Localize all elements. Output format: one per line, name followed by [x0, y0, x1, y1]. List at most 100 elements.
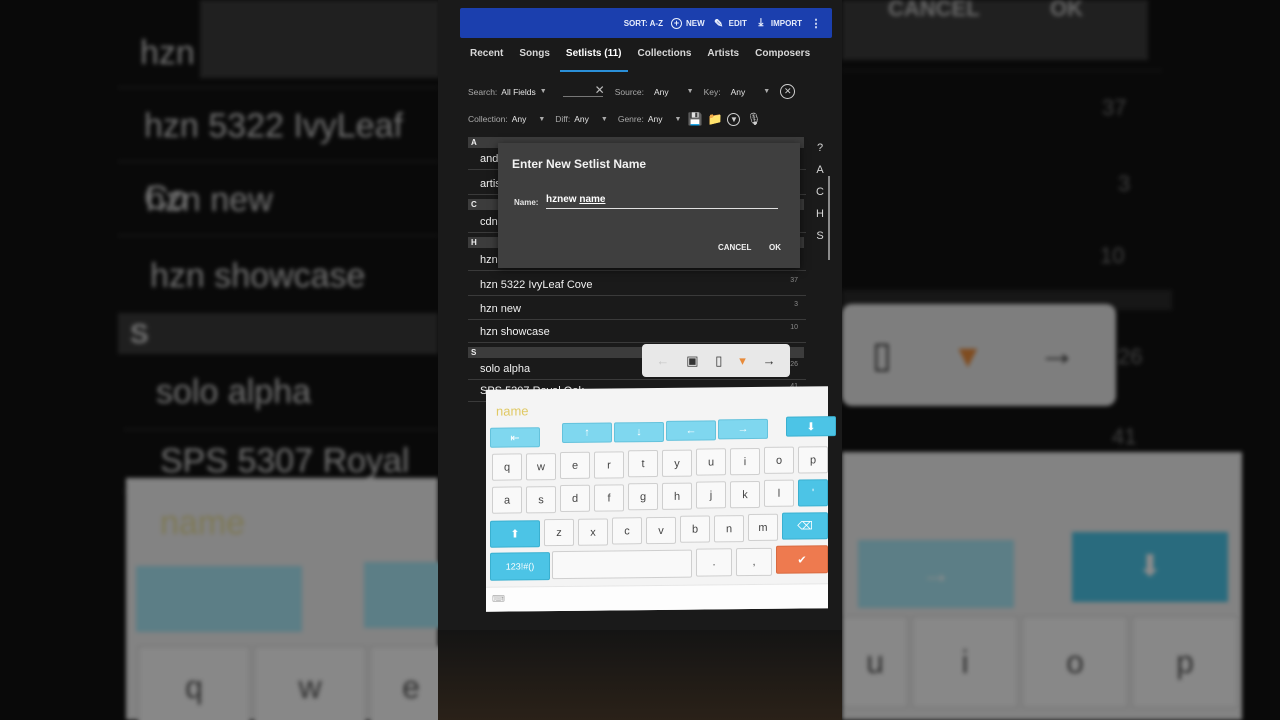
period-key[interactable]: . — [696, 548, 732, 577]
phone-vibrate-icon[interactable]: ▯ — [715, 353, 722, 369]
collection-label: Collection: — [468, 114, 508, 124]
key[interactable]: d — [560, 484, 590, 513]
add-circle-icon: + — [670, 17, 682, 29]
key[interactable]: n — [714, 515, 744, 543]
search-field-select[interactable]: All Fields — [501, 87, 535, 97]
forward-arrow-icon[interactable]: → — [763, 353, 776, 368]
list-item[interactable]: hzn new 3 — [468, 298, 806, 320]
key[interactable]: y — [662, 449, 692, 477]
collection-select[interactable]: Any — [512, 114, 527, 124]
microphone-icon[interactable]: 🎙 — [746, 112, 761, 126]
key[interactable]: a — [492, 486, 522, 514]
ok-button[interactable]: OK — [769, 243, 781, 252]
folder-icon[interactable]: 📁 — [707, 112, 722, 126]
tab-songs[interactable]: Songs — [511, 44, 558, 70]
key[interactable]: i — [730, 447, 760, 476]
bg-dim-overlay — [842, 0, 1280, 720]
key[interactable]: b — [680, 515, 710, 543]
key[interactable]: p — [798, 446, 828, 474]
key-label: Key: — [703, 86, 721, 97]
index-letter[interactable]: H — [812, 203, 828, 225]
index-letter[interactable]: S — [812, 225, 828, 247]
key[interactable]: w — [526, 453, 556, 481]
clear-search-icon[interactable]: ✕ — [595, 83, 605, 97]
scrollbar[interactable] — [828, 176, 830, 260]
key[interactable]: m — [748, 513, 778, 542]
search-input[interactable]: ✕ — [562, 83, 605, 97]
top-toolbar: SORT: A-Z + NEW ✎ EDIT ⤓ IMPORT ⋮ — [460, 8, 832, 38]
list-item[interactable]: hzn showcase 10 — [468, 321, 806, 343]
index-letter[interactable]: ? — [812, 137, 828, 159]
cancel-button[interactable]: CANCEL — [718, 243, 751, 252]
sort-label: SORT: A-Z — [623, 18, 663, 28]
key[interactable]: r — [594, 451, 624, 479]
clear-filters-icon[interactable]: ✕ — [780, 84, 796, 99]
back-arrow-icon[interactable]: ← — [656, 353, 669, 368]
prediction-text[interactable]: name — [496, 403, 529, 418]
cursor-home-key[interactable]: ⇤ — [490, 427, 540, 448]
comma-key[interactable]: , — [736, 547, 772, 577]
cursor-right-key[interactable]: → — [718, 418, 768, 440]
list-item-label: hzn — [480, 254, 498, 266]
key[interactable]: s — [526, 486, 556, 514]
key[interactable]: x — [578, 518, 608, 546]
item-count: 10 — [790, 324, 798, 331]
backspace-key[interactable]: ⌫ — [782, 512, 828, 540]
index-letter[interactable]: A — [812, 159, 828, 181]
dropdown-caret-icon: ▼ — [763, 88, 771, 95]
dropdown-caret-icon: ▼ — [600, 115, 608, 123]
cursor-up-key[interactable]: ↑ — [562, 422, 612, 443]
item-count: 37 — [790, 277, 798, 284]
numbers-symbols-key[interactable]: 123!#() — [490, 552, 550, 581]
genre-select[interactable]: Any — [648, 114, 663, 124]
alphabet-index[interactable]: ? A C H S — [812, 137, 828, 247]
overflow-menu-button[interactable]: ⋮ — [810, 17, 822, 30]
key[interactable]: v — [646, 516, 676, 545]
download-icon: ⤓ — [758, 16, 764, 29]
key[interactable]: o — [764, 446, 794, 474]
sort-button[interactable]: SORT: A-Z — [624, 19, 663, 28]
tab-artists[interactable]: Artists — [699, 44, 747, 70]
filter-icon[interactable]: ▾ — [739, 353, 746, 369]
key[interactable]: g — [628, 482, 658, 511]
key[interactable]: f — [594, 484, 624, 512]
key[interactable]: z — [544, 518, 574, 547]
tab-bar: Recent Songs Setlists (11) Collections A… — [462, 44, 832, 72]
dropdown-circle-icon[interactable]: ▼ — [727, 112, 741, 126]
key[interactable]: l — [764, 479, 794, 507]
source-label: Source: — [614, 86, 645, 97]
diff-select[interactable]: Any — [574, 114, 589, 124]
key[interactable]: k — [730, 480, 760, 509]
edit-button[interactable]: ✎ EDIT — [713, 17, 747, 30]
keyboard-switch-icon[interactable]: ⌨ — [492, 594, 505, 605]
tab-composers[interactable]: Composers — [747, 44, 818, 70]
shift-key[interactable]: ⬆ — [490, 520, 540, 548]
background-left-blur: hzn hzn 5322 IvyLeaf Co hzn new hzn show… — [0, 0, 438, 720]
setlist-name-input[interactable]: hznew name — [546, 194, 778, 209]
index-letter[interactable]: C — [812, 181, 828, 203]
cursor-down-key[interactable]: ↓ — [614, 421, 664, 443]
cursor-left-key[interactable]: ← — [666, 420, 716, 441]
keyboard-resize-icon[interactable]: ▣ — [686, 353, 698, 369]
key[interactable]: ' — [798, 479, 828, 507]
key[interactable]: e — [560, 451, 590, 480]
source-select[interactable]: Any — [654, 87, 669, 97]
tab-recent[interactable]: Recent — [462, 44, 511, 70]
new-button[interactable]: + NEW — [670, 17, 705, 29]
key[interactable]: t — [628, 449, 658, 478]
tab-setlists[interactable]: Setlists (11) — [558, 44, 630, 72]
hide-keyboard-key[interactable]: ⬇ — [786, 416, 836, 437]
tab-collections[interactable]: Collections — [630, 44, 700, 70]
save-icon[interactable]: 💾 — [687, 112, 702, 126]
genre-label: Genre: — [617, 114, 644, 124]
key[interactable]: q — [492, 453, 522, 481]
enter-key[interactable]: ✔ — [776, 545, 828, 574]
key[interactable]: c — [612, 517, 642, 545]
key[interactable]: u — [696, 448, 726, 476]
key[interactable]: h — [662, 482, 692, 510]
space-key[interactable] — [552, 549, 692, 580]
import-button[interactable]: ⤓ IMPORT — [755, 17, 802, 29]
key[interactable]: j — [696, 481, 726, 509]
key-select[interactable]: Any — [731, 87, 746, 97]
list-item[interactable]: hzn 5322 IvyLeaf Cove 37 — [468, 274, 806, 296]
